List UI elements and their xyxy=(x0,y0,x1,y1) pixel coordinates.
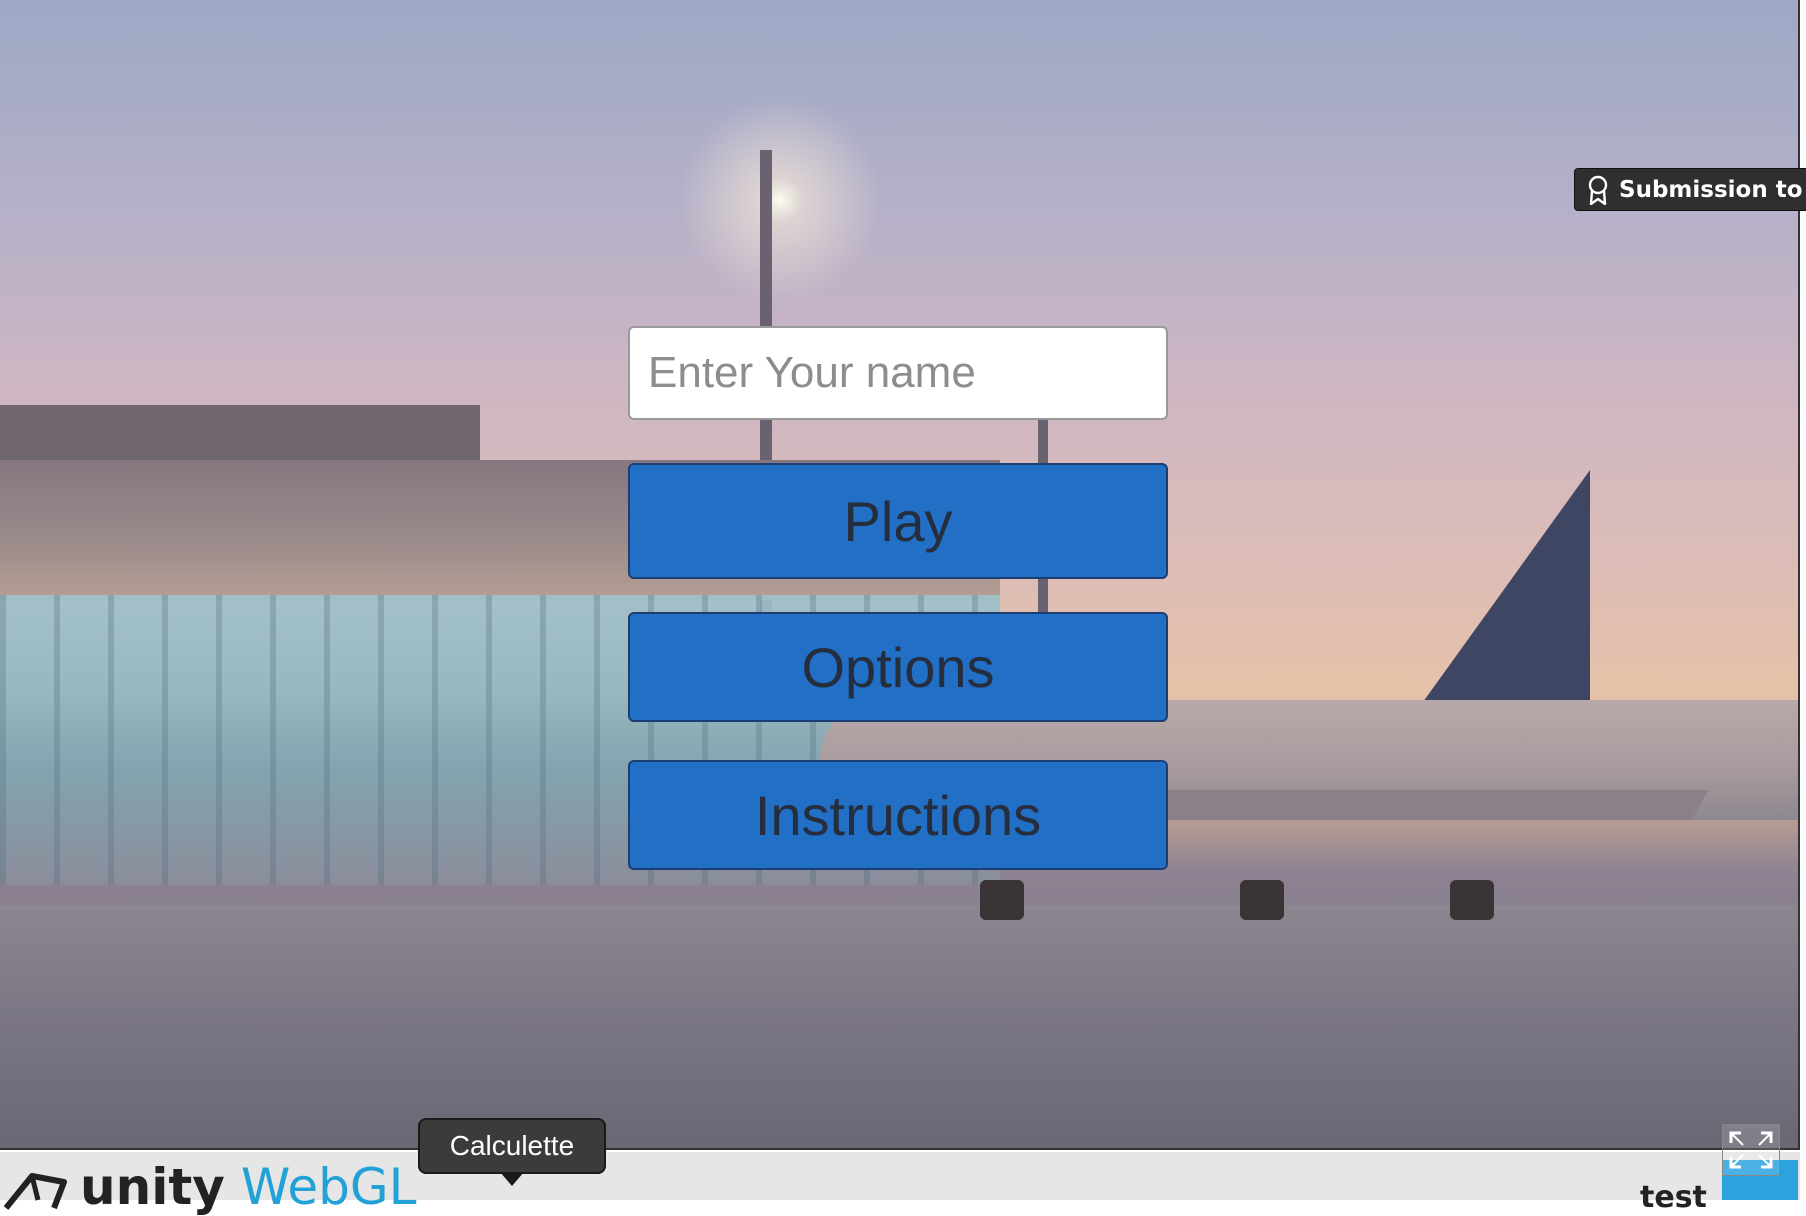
award-ribbon-icon xyxy=(1588,175,1608,205)
airplane-tail xyxy=(1410,470,1590,720)
airplane-wheel xyxy=(1450,880,1494,920)
submission-badge-label: Submission to Sp xyxy=(1619,176,1806,203)
floodlight-glow xyxy=(640,80,920,320)
airplane-wheel xyxy=(1240,880,1284,920)
name-input[interactable] xyxy=(628,326,1168,420)
unity-text: unity xyxy=(80,1158,225,1216)
terminal-roof xyxy=(0,405,480,465)
play-button[interactable]: Play xyxy=(628,463,1168,579)
webgl-text: WebGL xyxy=(240,1158,417,1216)
tooltip-label: Calculette xyxy=(449,1130,575,1161)
options-button-label: Options xyxy=(801,635,995,699)
instructions-button-label: Instructions xyxy=(754,783,1042,847)
options-button[interactable]: Options xyxy=(628,612,1168,722)
play-button-label: Play xyxy=(843,489,953,553)
unity-webgl-logo: unity WebGL xyxy=(2,1162,416,1212)
submission-badge[interactable]: Submission to Sp xyxy=(1574,168,1806,211)
fullscreen-icon[interactable] xyxy=(1722,1124,1780,1176)
tooltip: Calculette xyxy=(418,1118,606,1174)
instructions-button[interactable]: Instructions xyxy=(628,760,1168,870)
tarmac xyxy=(0,905,1798,1148)
footer-title: test xyxy=(1640,1180,1707,1215)
unity-cube-icon xyxy=(3,1173,67,1210)
tooltip-arrow xyxy=(500,1172,524,1186)
airplane-wheel xyxy=(980,880,1024,920)
